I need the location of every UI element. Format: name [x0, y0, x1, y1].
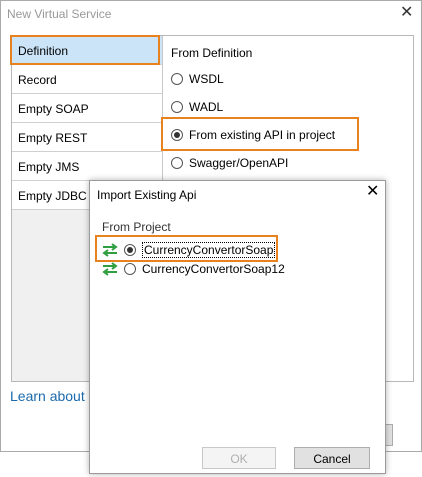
radio-button[interactable] — [171, 101, 183, 113]
list-item-empty-soap[interactable]: Empty SOAP — [12, 94, 162, 123]
radio-button[interactable] — [171, 157, 183, 169]
swap-arrows-icon — [102, 262, 118, 276]
cancel-button[interactable]: Cancel — [294, 447, 370, 469]
close-icon[interactable]: ✕ — [400, 5, 413, 21]
list-item-empty-rest[interactable]: Empty REST — [12, 123, 162, 152]
highlight-existing-api — [161, 117, 359, 151]
list-item-label: Empty SOAP — [18, 102, 89, 116]
close-icon[interactable]: ✕ — [366, 184, 379, 200]
option-label: Swagger/OpenAPI — [189, 156, 289, 170]
option-swagger[interactable]: Swagger/OpenAPI — [171, 154, 288, 172]
radio-button[interactable] — [171, 73, 183, 85]
ok-button[interactable]: OK — [202, 447, 276, 469]
list-item-label: Empty JDBC — [18, 189, 87, 203]
list-item-label: Record — [18, 73, 57, 87]
radio-button[interactable] — [124, 263, 136, 275]
api-item-currencyconvertorsoap12[interactable]: CurrencyConvertorSoap12 — [102, 260, 285, 278]
highlight-definition — [10, 35, 160, 65]
learn-more-link[interactable]: Learn about c — [10, 388, 96, 404]
option-wadl[interactable]: WADL — [171, 98, 223, 116]
highlight-selected-api — [95, 235, 278, 262]
import-existing-api-dialog: Import Existing Api ✕ From Project Curre… — [89, 180, 386, 474]
section-label: From Project — [102, 220, 171, 234]
option-label: WSDL — [189, 72, 224, 86]
list-item-empty-jms[interactable]: Empty JMS — [12, 152, 162, 181]
api-label: CurrencyConvertorSoap12 — [142, 262, 285, 276]
dialog-title: Import Existing Api — [97, 188, 197, 202]
section-label: From Definition — [171, 46, 253, 60]
list-item-record[interactable]: Record — [12, 65, 162, 94]
option-label: WADL — [189, 100, 224, 114]
option-wsdl[interactable]: WSDL — [171, 70, 224, 88]
dialog-title: New Virtual Service — [7, 7, 112, 21]
list-item-label: Empty REST — [18, 131, 88, 145]
list-item-label: Empty JMS — [18, 160, 80, 174]
